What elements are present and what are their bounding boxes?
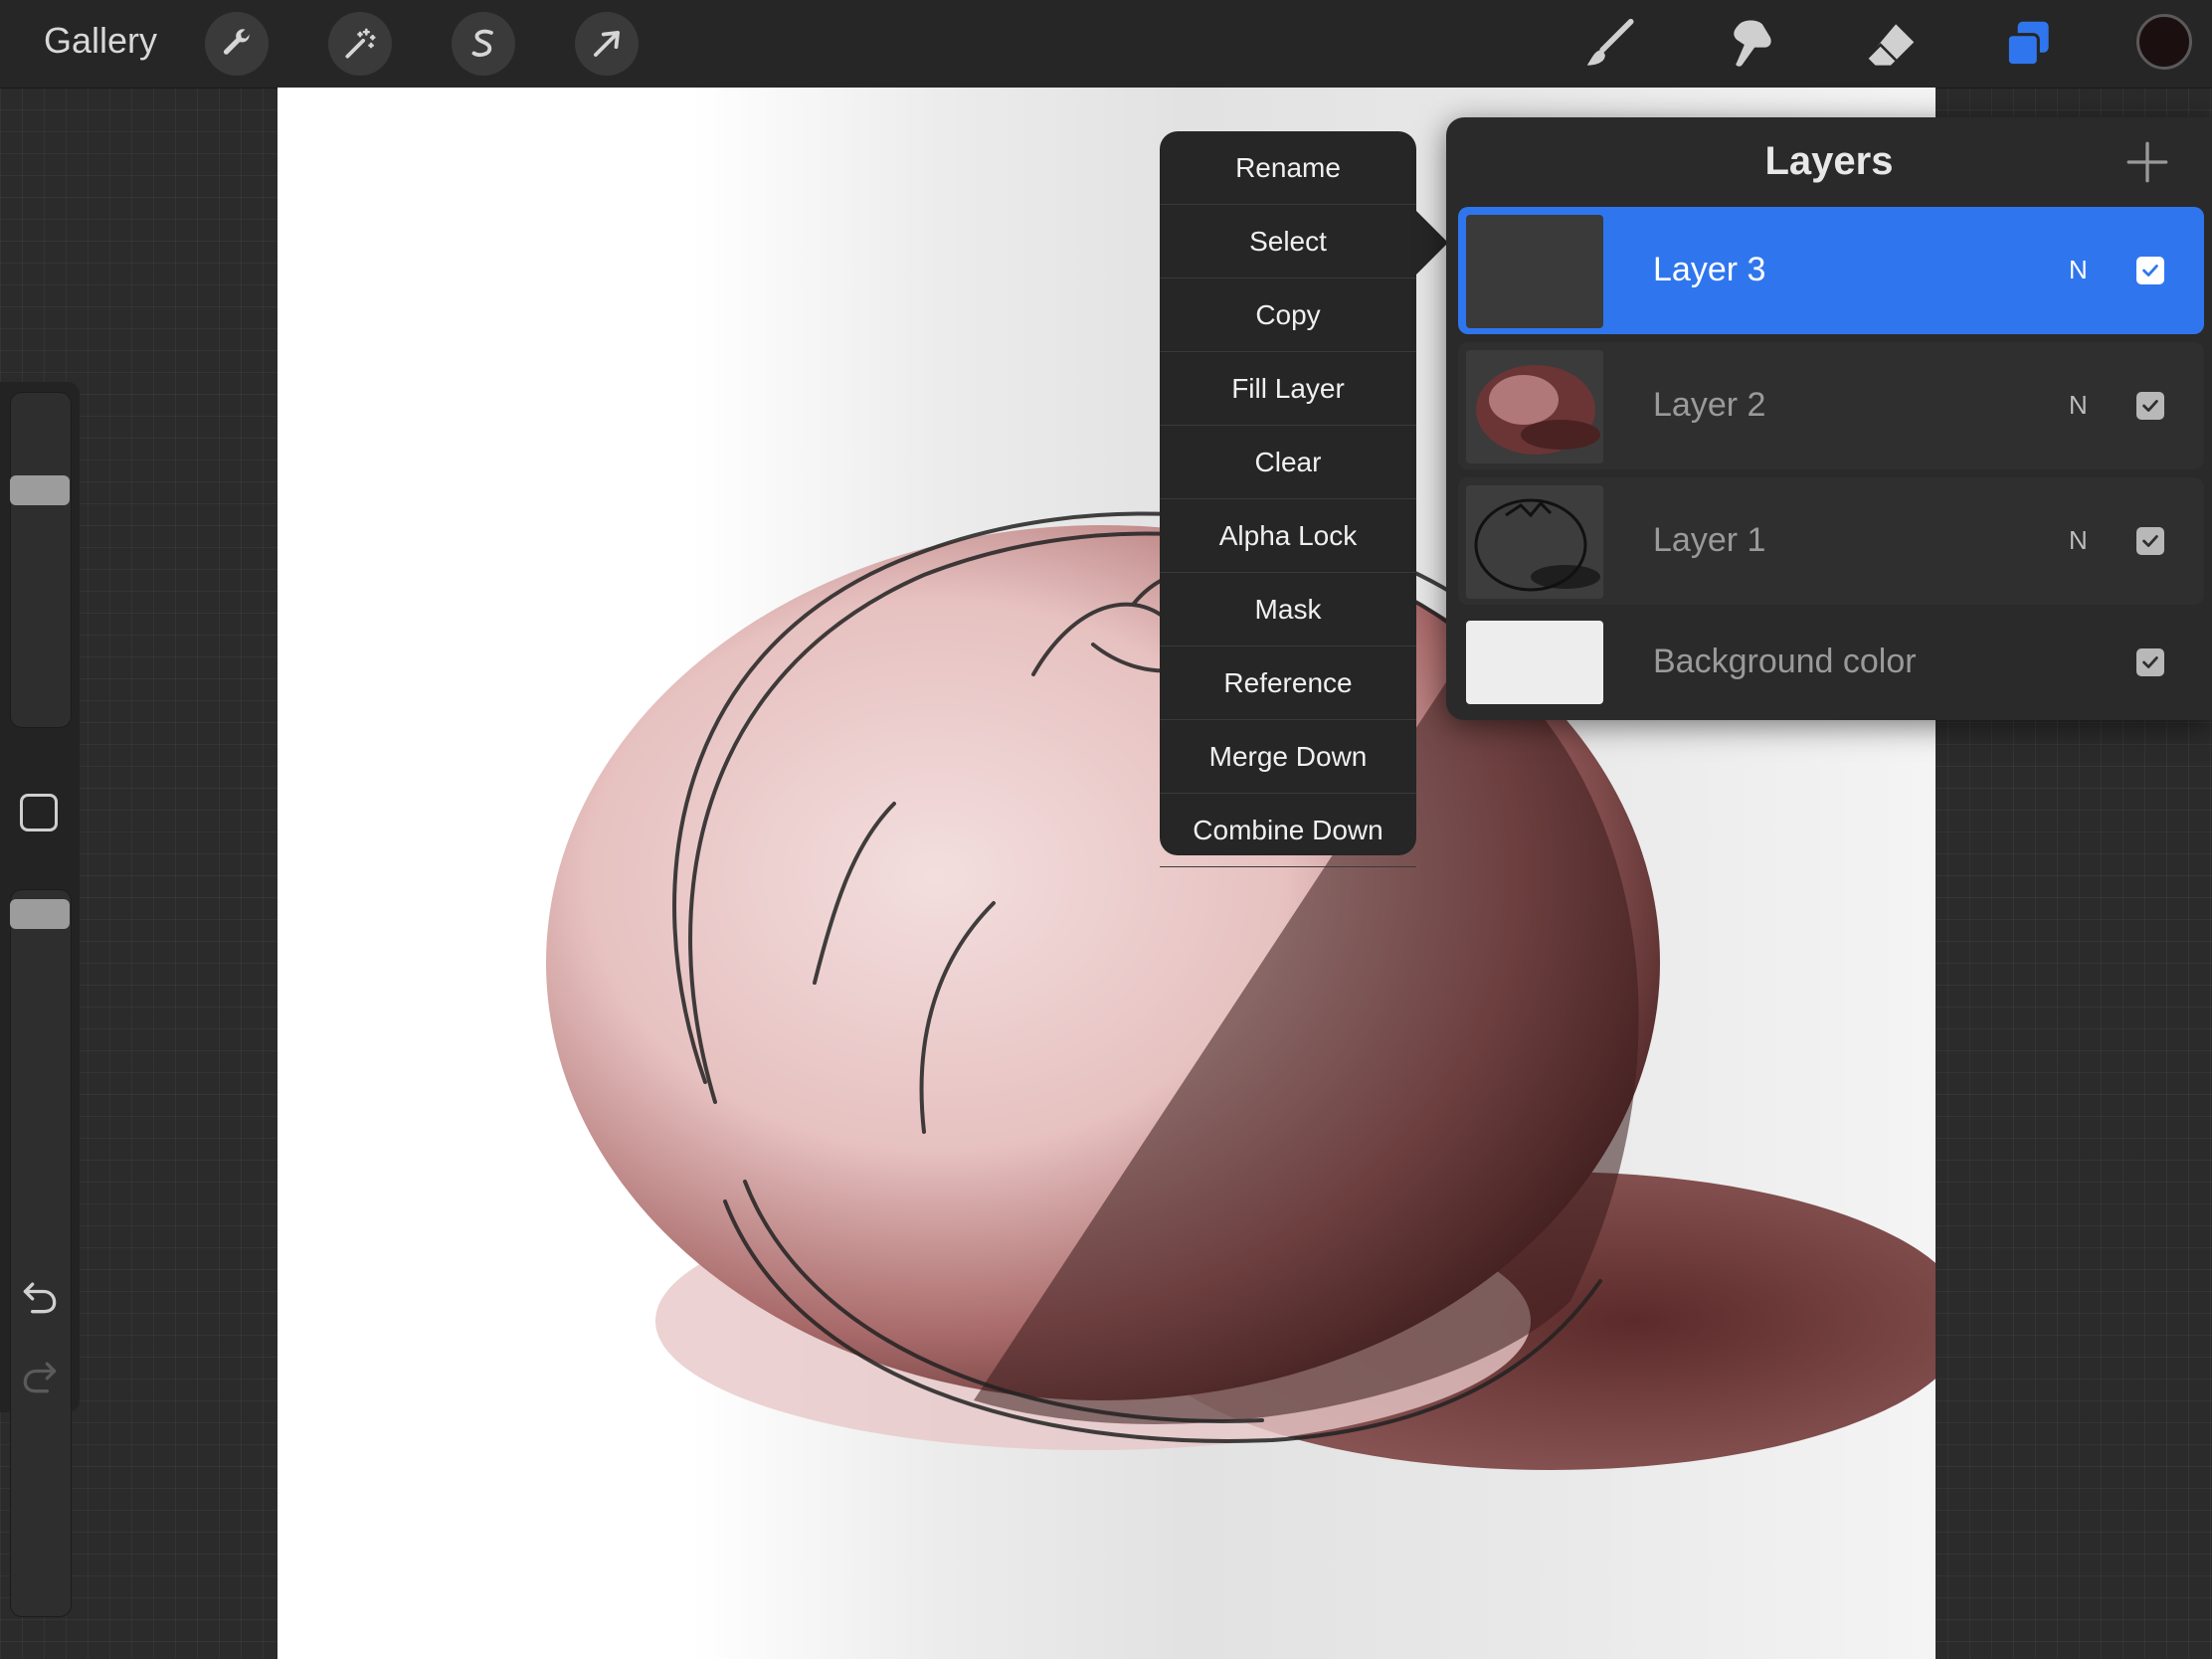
brush-size-handle[interactable] (10, 475, 70, 505)
brush-size-slider[interactable] (10, 392, 72, 728)
opacity-slider[interactable] (10, 889, 72, 1617)
background-color-swatch[interactable] (1466, 621, 1603, 704)
opacity-handle[interactable] (10, 899, 70, 929)
layer-name[interactable]: Layer 2 (1653, 386, 1765, 425)
menu-reference[interactable]: Reference (1160, 646, 1416, 720)
blend-mode-button[interactable]: N (2069, 390, 2088, 421)
menu-merge-down[interactable]: Merge Down (1160, 720, 1416, 794)
smudge-icon[interactable] (1717, 14, 1782, 76)
layer-row-layer-1[interactable]: Layer 1 N (1458, 477, 2204, 605)
menu-pointer (1416, 211, 1448, 275)
layer-row-layer-3[interactable]: Layer 3 N (1458, 207, 2204, 334)
layer-thumbnail[interactable] (1466, 350, 1603, 463)
eraser-icon[interactable] (1858, 14, 1924, 76)
layer-row-background-color[interactable]: Background color (1458, 613, 2204, 712)
layer-name[interactable]: Layer 1 (1653, 521, 1765, 560)
menu-mask[interactable]: Mask (1160, 573, 1416, 646)
layer-thumbnail[interactable] (1466, 485, 1603, 599)
visibility-checkbox[interactable] (2136, 648, 2164, 676)
menu-select[interactable]: Select (1160, 205, 1416, 278)
visibility-checkbox[interactable] (2136, 257, 2164, 284)
menu-clear[interactable]: Clear (1160, 426, 1416, 499)
gallery-button[interactable]: Gallery (44, 20, 157, 62)
wrench-icon[interactable] (205, 12, 269, 76)
visibility-checkbox[interactable] (2136, 392, 2164, 420)
modify-button[interactable] (20, 794, 58, 831)
layers-icon[interactable] (1995, 14, 2061, 76)
visibility-checkbox[interactable] (2136, 527, 2164, 555)
menu-rename[interactable]: Rename (1160, 131, 1416, 205)
undo-icon[interactable] (18, 1275, 62, 1319)
color-picker-swatch[interactable] (2136, 14, 2192, 70)
menu-copy[interactable]: Copy (1160, 278, 1416, 352)
layer-thumbnail[interactable] (1466, 215, 1603, 328)
layers-panel-title: Layers (1764, 139, 1894, 183)
blend-mode-button[interactable]: N (2069, 255, 2088, 285)
magic-wand-icon[interactable] (328, 12, 392, 76)
add-layer-icon[interactable] (2122, 137, 2172, 187)
layers-panel: Layers Layer 3 N Layer 2 N Layer 1 N Bac… (1446, 117, 2212, 720)
layer-name[interactable]: Background color (1653, 643, 1917, 681)
selection-s-icon[interactable] (452, 12, 515, 76)
layer-name[interactable]: Layer 3 (1653, 251, 1765, 289)
transform-arrow-icon[interactable] (575, 12, 639, 76)
top-toolbar: Gallery (0, 0, 2212, 89)
menu-fill-layer[interactable]: Fill Layer (1160, 352, 1416, 426)
redo-icon[interactable] (18, 1355, 62, 1398)
menu-alpha-lock[interactable]: Alpha Lock (1160, 499, 1416, 573)
layer-row-layer-2[interactable]: Layer 2 N (1458, 342, 2204, 469)
layer-options-menu: Rename Select Copy Fill Layer Clear Alph… (1160, 131, 1448, 867)
menu-combine-down[interactable]: Combine Down (1160, 794, 1416, 867)
brush-icon[interactable] (1577, 14, 1643, 76)
blend-mode-button[interactable]: N (2069, 525, 2088, 556)
left-sidebar (0, 382, 80, 1617)
